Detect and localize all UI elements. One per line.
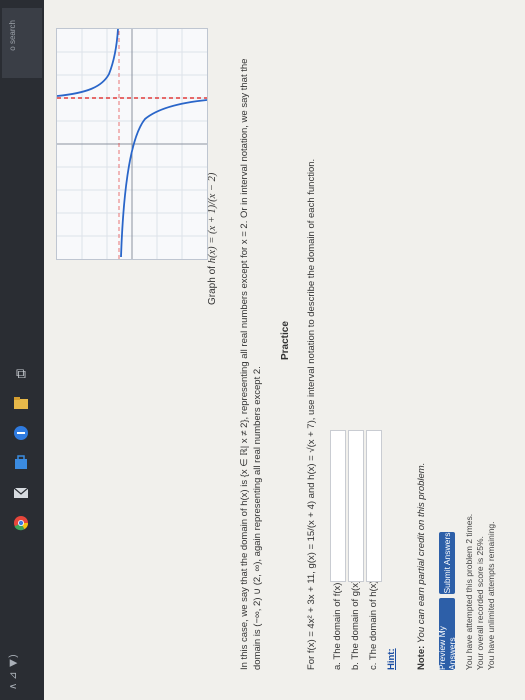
graph-title-formula: h(x) = (x + 1)/(x − 2) xyxy=(207,172,218,264)
taskbar: o search ⧉ ∧ ⊿ ◀) xyxy=(0,0,44,700)
practice-prompt: For f(x) = 4x² + 3x + 11, g(x) = 15/(x +… xyxy=(306,158,317,670)
left-branch-curve xyxy=(120,99,208,258)
edge-icon[interactable] xyxy=(8,422,34,444)
graph-svg xyxy=(56,28,208,259)
store-icon[interactable] xyxy=(8,452,34,474)
answer-input-b[interactable] xyxy=(348,430,364,582)
graph-title: Graph of h(x) = (x + 1)/(x − 2) xyxy=(206,173,220,305)
domain-explanation-line2: domain is (−∞, 2) ∪ (2, ∞), again repres… xyxy=(252,366,263,670)
photo-stage: o search ⧉ ∧ ⊿ ◀) Graph of h(x) = (x + 1… xyxy=(0,0,525,700)
answer-input-a[interactable] xyxy=(330,430,346,582)
note-text: You can earn partial credit on this prob… xyxy=(416,462,427,644)
taskbar-search-box[interactable]: o search xyxy=(2,8,42,78)
domain-explanation-line1: In this case, we say that the domain of … xyxy=(239,58,250,670)
question-a: a. The domain of f(x) is xyxy=(332,573,343,670)
answer-input-c[interactable] xyxy=(366,430,382,582)
question-b: b. The domain of g(x) is xyxy=(350,570,361,670)
submit-answers-button[interactable]: Submit Answers xyxy=(439,532,455,594)
system-tray[interactable]: ∧ ⊿ ◀) xyxy=(8,630,34,690)
practice-heading: Practice xyxy=(280,321,291,360)
chrome-icon[interactable] xyxy=(8,512,34,534)
attempts-line2: Your overall recorded score is 25%. xyxy=(475,536,485,670)
note-prefix: Note: xyxy=(416,645,427,670)
preview-answers-button[interactable]: Preview My Answers xyxy=(437,598,457,670)
webwork-problem-page: Graph of h(x) = (x + 1)/(x − 2) In this … xyxy=(44,0,525,700)
laptop-screen: o search ⧉ ∧ ⊿ ◀) Graph of h(x) = (x + 1… xyxy=(0,0,525,700)
question-b-label: b. The domain of g(x) is xyxy=(350,570,361,670)
attempts-line1: You have attempted this problem 2 times. xyxy=(464,513,474,670)
graph-title-prefix: Graph of xyxy=(207,266,218,305)
question-c-label: c. The domain of h(x) is xyxy=(368,570,379,670)
question-c: c. The domain of h(x) is xyxy=(368,571,379,670)
taskbar-search-text: o search xyxy=(8,20,17,51)
attempts-line3: You have unlimited attempts remaining. xyxy=(486,521,496,670)
mail-icon[interactable] xyxy=(8,482,34,504)
file-explorer-icon[interactable] xyxy=(8,392,34,414)
question-a-label: a. The domain of f(x) is xyxy=(332,573,343,670)
function-graph xyxy=(56,28,208,260)
partial-credit-note: Note: You can earn partial credit on thi… xyxy=(416,463,428,670)
right-branch-curve xyxy=(56,28,119,97)
hint-link[interactable]: Hint: xyxy=(386,648,398,670)
task-view-icon[interactable]: ⧉ xyxy=(8,362,34,384)
